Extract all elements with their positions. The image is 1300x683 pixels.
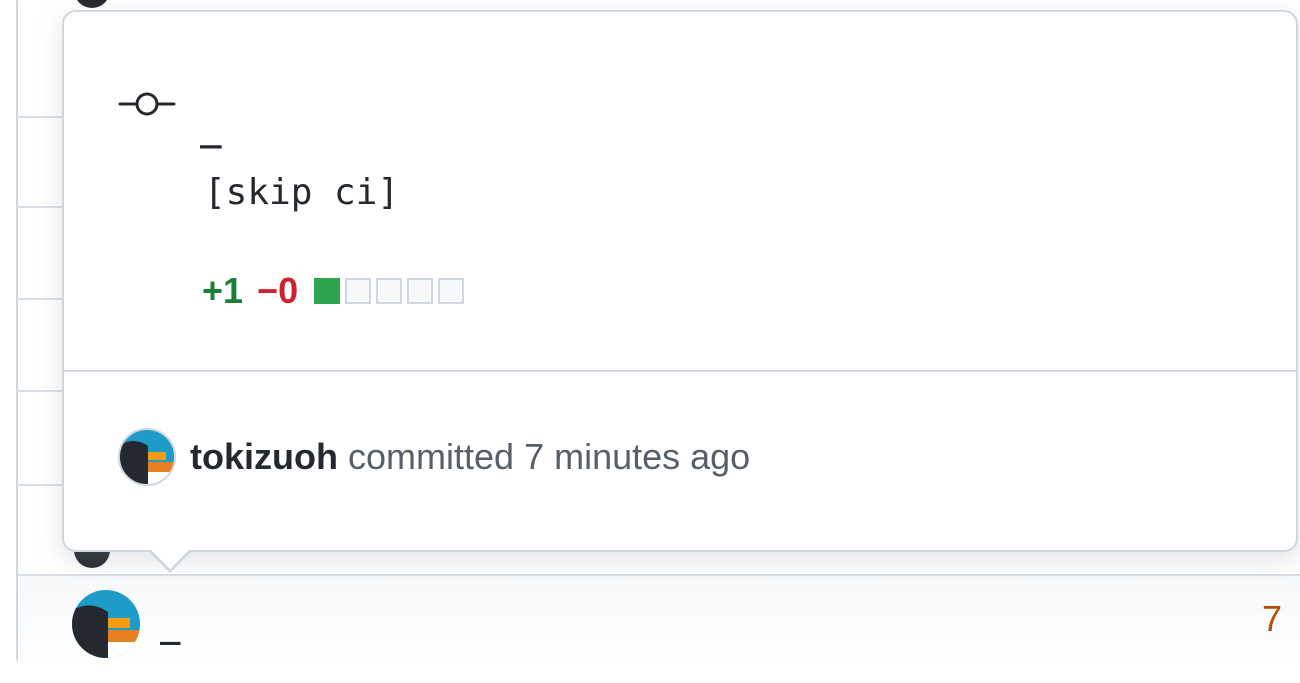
commit-message-body: [skip ci]: [204, 172, 400, 213]
author-name-link[interactable]: tokizuoh: [190, 436, 338, 477]
diffstat-bar: [314, 278, 469, 304]
commit-list-row[interactable]: [18, 574, 1300, 668]
commit-time: 7 minutes ago: [524, 436, 751, 477]
commit-title[interactable]: _: [200, 108, 222, 149]
commit-count: 7: [1262, 598, 1283, 639]
list-row-divider: [16, 116, 66, 118]
deletions-count: −0: [257, 270, 299, 311]
diffstat-block-neutral: [345, 278, 372, 304]
commit-action: committed: [348, 436, 515, 477]
diffstat: +1 −0: [202, 270, 469, 312]
hovercard-divider: [64, 370, 1296, 372]
avatar-icon[interactable]: [118, 428, 176, 486]
hovercard-caret-fill: [150, 549, 190, 569]
diffstat-block-neutral: [438, 278, 465, 304]
list-row-divider: [16, 484, 66, 486]
diffstat-block-neutral: [376, 278, 403, 304]
list-row-divider: [16, 298, 66, 300]
list-row-divider: [16, 390, 66, 392]
list-row-divider: [16, 206, 66, 208]
additions-count: +1: [202, 270, 244, 311]
commit-title-link[interactable]: _: [160, 606, 180, 646]
diffstat-block-neutral: [407, 278, 434, 304]
diffstat-block-added: [314, 278, 341, 304]
commit-list-view: _ 7 _ [skip ci] +1 −0 tokizuoh committed…: [0, 0, 1300, 683]
git-commit-icon: [118, 92, 176, 116]
avatar-icon[interactable]: [72, 590, 140, 658]
commit-author-line: tokizuoh committed 7 minutes ago: [190, 436, 750, 478]
commit-hovercard: _ [skip ci] +1 −0 tokizuoh committed 7 m…: [62, 10, 1298, 552]
